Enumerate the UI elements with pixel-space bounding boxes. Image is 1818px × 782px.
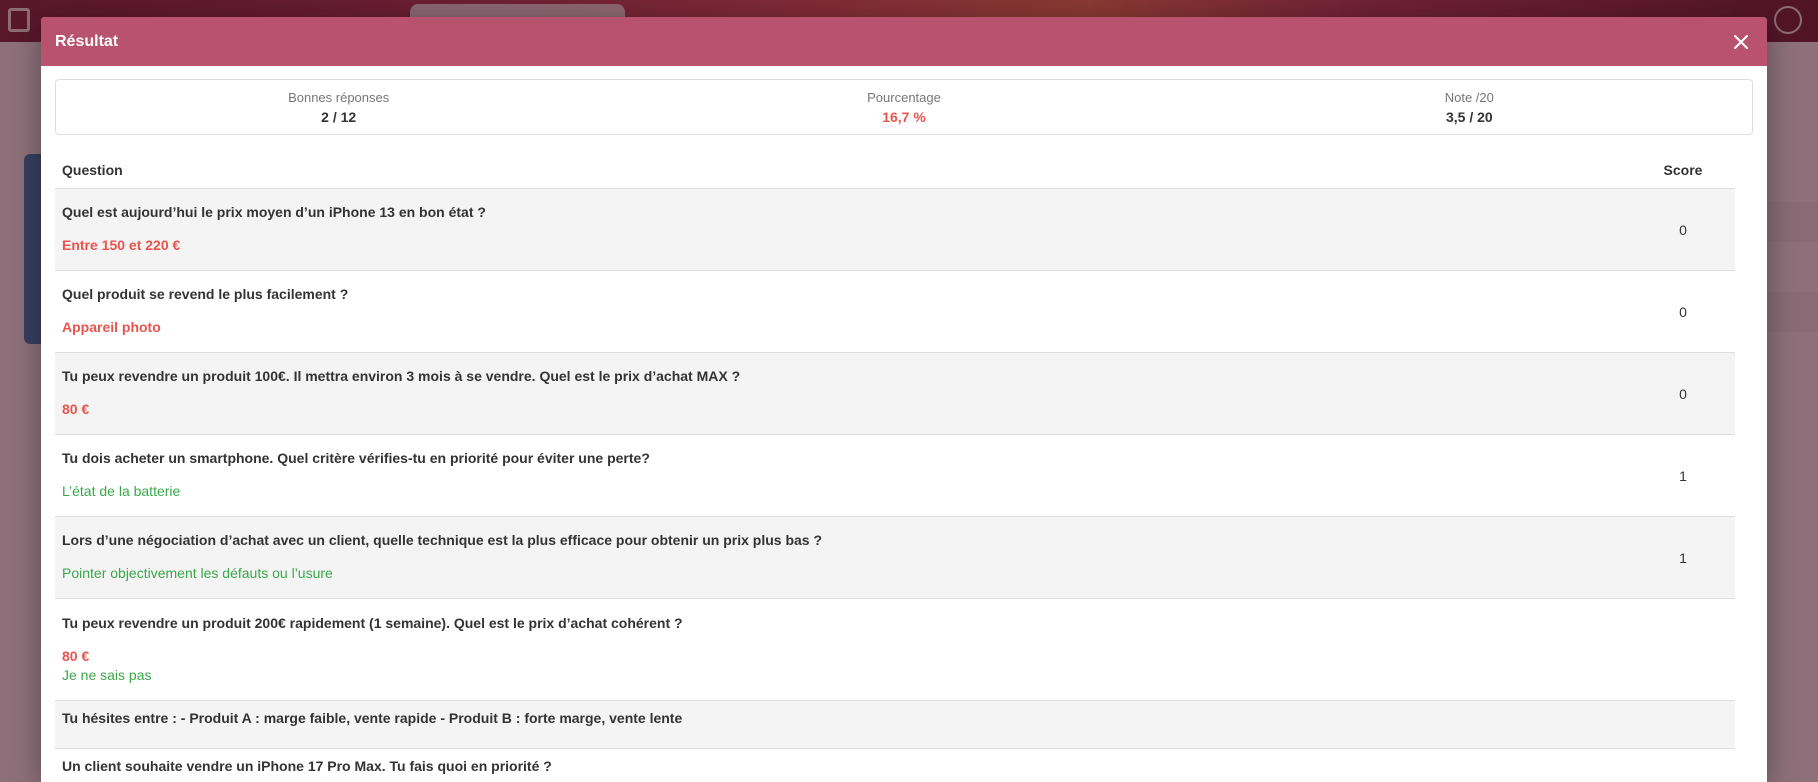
answer-list: 80 € Je ne sais pas [62,647,683,685]
answer-list: Pointer objectivement les défauts ou l’u… [62,564,822,583]
row-content: Tu dois acheter un smartphone. Quel crit… [62,441,650,510]
question-text: Tu hésites entre : - Produit A : marge f… [62,710,683,726]
table-row: Un client souhaite vendre un iPhone 17 P… [55,749,1735,782]
score-value: 0 [1679,385,1687,402]
table-row: Quel est aujourd’hui le prix moyen d’un … [55,189,1735,271]
answer-wrong: Entre 150 et 220 € [62,237,181,253]
table-row: Lors d’une négociation d’achat avec un c… [55,517,1735,599]
answer-wrong: 80 € [62,401,90,417]
results-table: Question Score Quel est aujourd’hui le p… [55,151,1735,782]
summary-correct-label: Bonnes réponses [288,89,390,105]
answer-list: Entre 150 et 220 € [62,236,486,255]
summary-percent-value: 16,7 % [882,108,926,125]
summary-correct-value: 2 / 12 [321,108,357,125]
question-text: Un client souhaite vendre un iPhone 17 P… [62,758,552,774]
summary-percent-label: Pourcentage [867,89,941,105]
summary-correct: Bonnes réponses 2 / 12 [56,80,621,134]
answer-list: 80 € [62,400,740,419]
answer-list: Appareil photo [62,318,348,337]
question-text: Tu dois acheter un smartphone. Quel crit… [62,450,650,466]
modal-title: Résultat [55,32,119,50]
close-icon [1734,34,1748,49]
question-text: Quel produit se revend le plus facilemen… [62,286,349,302]
row-content: Tu peux revendre un produit 200€ rapidem… [62,606,683,694]
question-text: Tu peux revendre un produit 200€ rapidem… [62,614,683,631]
table-row: Tu dois acheter un smartphone. Quel crit… [55,435,1735,517]
question-text: Quel est aujourd’hui le prix moyen d’un … [62,204,486,220]
table-row: Tu peux revendre un produit 100€. Il met… [55,353,1735,435]
summary-percent: Pourcentage 16,7 % [621,80,1186,134]
score-value: 1 [1679,549,1687,566]
results-table-header: Question Score [55,151,1735,189]
summary-grade: Note /20 3,5 / 20 [1187,80,1752,134]
answer-wrong: 80 € [62,647,90,664]
row-content: Quel est aujourd’hui le prix moyen d’un … [62,195,486,264]
results-table-body: Quel est aujourd’hui le prix moyen d’un … [55,189,1735,782]
score-value: 0 [1679,221,1687,238]
row-content: Lors d’une négociation d’achat avec un c… [62,523,822,592]
modal-body: Bonnes réponses 2 / 12 Pourcentage 16,7 … [41,66,1767,782]
table-row: Tu hésites entre : - Produit A : marge f… [55,701,1735,749]
answer-list: L’état de la batterie [62,482,650,501]
score-summary: Bonnes réponses 2 / 12 Pourcentage 16,7 … [55,79,1753,135]
result-modal: Résultat Bonnes réponses 2 / 12 Pourcent… [41,17,1767,782]
summary-grade-value: 3,5 / 20 [1445,108,1493,125]
table-row: Quel produit se revend le plus facilemen… [55,271,1735,353]
row-content: Tu hésites entre : - Produit A : marge f… [62,701,682,736]
question-text: Lors d’une négociation d’achat avec un c… [62,532,823,548]
answer-correct: Pointer objectivement les défauts ou l’u… [62,565,333,581]
answer-wrong: Appareil photo [62,319,161,335]
score-value: 0 [1679,303,1687,320]
row-content: Un client souhaite vendre un iPhone 17 P… [62,749,552,782]
column-header-score: Score [1663,161,1703,178]
answer-correct: Je ne sais pas [62,666,152,683]
row-content: Tu peux revendre un produit 100€. Il met… [62,359,740,428]
close-button[interactable] [1729,30,1753,54]
modal-header: Résultat [41,17,1767,66]
summary-grade-label: Note /20 [1444,89,1494,105]
score-value: 1 [1679,467,1687,484]
table-row: Tu peux revendre un produit 200€ rapidem… [55,599,1735,701]
answer-correct: L’état de la batterie [62,483,181,499]
question-text: Tu peux revendre un produit 100€. Il met… [62,368,741,384]
row-content: Quel produit se revend le plus facilemen… [62,277,348,346]
column-header-question: Question [62,161,123,178]
